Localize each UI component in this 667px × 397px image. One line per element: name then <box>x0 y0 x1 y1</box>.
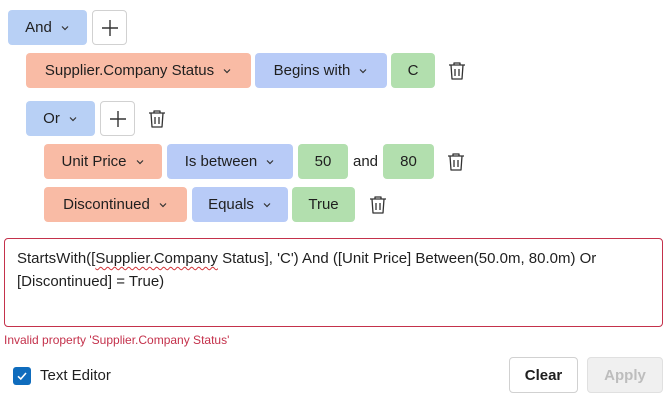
nested-group-delete-button[interactable] <box>146 107 168 131</box>
chevron-down-icon <box>266 159 274 164</box>
condition3-value-field[interactable]: True <box>292 187 355 222</box>
condition2-value-to-field[interactable]: 80 <box>383 144 434 179</box>
condition2-value-from-field[interactable]: 50 <box>298 144 348 179</box>
text-editor-checkbox[interactable] <box>13 367 31 385</box>
condition2-field-dropdown[interactable]: Unit Price <box>44 144 162 179</box>
invalid-property-underline: Supplier.Company <box>95 250 218 267</box>
chevron-down-icon <box>359 68 367 73</box>
chevron-down-icon <box>136 159 143 164</box>
condition1-field-label: Supplier.Company Status <box>44 62 215 79</box>
condition3-delete-button[interactable] <box>367 193 389 217</box>
chevron-down-icon <box>69 116 77 121</box>
condition1-delete-button[interactable] <box>446 59 468 83</box>
filter-expression-editor[interactable]: StartsWith([Supplier.Company Status], 'C… <box>4 238 663 327</box>
condition1-operator-dropdown[interactable]: Begins with <box>255 53 387 88</box>
root-group-operator-label: And <box>25 19 52 36</box>
checkmark-icon <box>17 372 27 381</box>
clear-button[interactable]: Clear <box>509 357 578 393</box>
chevron-down-icon <box>159 202 167 207</box>
condition3-field-dropdown[interactable]: Discontinued <box>44 187 187 222</box>
condition1-value-text: C <box>407 62 419 79</box>
between-and-label: and <box>353 153 379 170</box>
condition3-operator-label: Equals <box>208 196 254 213</box>
condition3-operator-dropdown[interactable]: Equals <box>192 187 288 222</box>
chevron-down-icon <box>61 25 69 30</box>
condition1-operator-label: Begins with <box>273 62 351 79</box>
nested-add-button[interactable] <box>100 101 135 136</box>
condition3-field-label: Discontinued <box>63 196 150 213</box>
condition1-field-dropdown[interactable]: Supplier.Company Status <box>26 53 251 88</box>
chevron-down-icon <box>223 68 231 73</box>
text-editor-label[interactable]: Text Editor <box>40 367 111 384</box>
root-group-operator-dropdown[interactable]: And <box>8 10 87 45</box>
trash-icon <box>370 196 386 214</box>
condition3-value-text: True <box>308 196 339 213</box>
chevron-down-icon <box>263 202 271 207</box>
condition2-operator-dropdown[interactable]: Is between <box>167 144 293 179</box>
validation-error-message: Invalid property 'Supplier.Company Statu… <box>4 333 230 347</box>
plus-icon <box>109 110 126 127</box>
nested-group-operator-label: Or <box>43 110 60 127</box>
nested-group-operator-dropdown[interactable]: Or <box>26 101 95 136</box>
root-add-button[interactable] <box>92 10 127 45</box>
expression-prefix: StartsWith([ <box>17 250 96 267</box>
trash-icon <box>149 110 165 128</box>
apply-button[interactable]: Apply <box>587 357 663 393</box>
trash-icon <box>449 62 465 80</box>
condition1-value-field[interactable]: C <box>391 53 435 88</box>
plus-icon <box>101 19 118 36</box>
condition2-value-from-text: 50 <box>314 153 332 170</box>
condition2-operator-label: Is between <box>184 153 258 170</box>
condition2-delete-button[interactable] <box>445 150 467 174</box>
condition2-value-to-text: 80 <box>400 153 417 170</box>
condition2-field-label: Unit Price <box>61 153 127 170</box>
trash-icon <box>448 153 464 171</box>
